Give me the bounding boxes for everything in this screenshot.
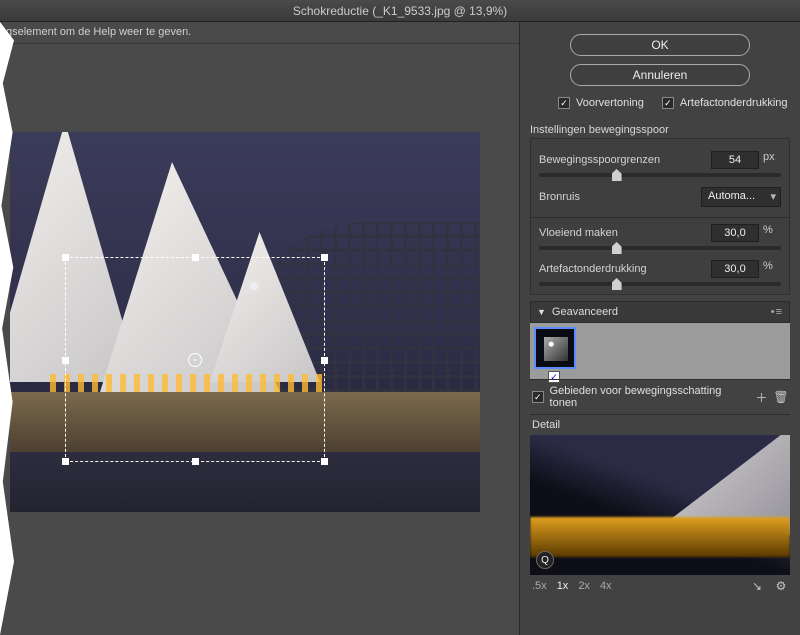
thumb-preview[interactable] <box>534 327 576 369</box>
zoom-level[interactable]: .5x <box>532 580 547 592</box>
show-regions-checkbox[interactable] <box>532 391 544 403</box>
reset-loupe-icon[interactable]: ⚙ <box>774 579 788 593</box>
blur-region-selection[interactable] <box>65 257 325 462</box>
preview-checkbox-row[interactable]: Voorvertoning <box>558 97 644 109</box>
resize-handle[interactable] <box>321 254 328 261</box>
controls-panel: OK Annuleren Voorvertoning Artefactonder… <box>520 22 800 635</box>
help-hint-text: gselement om de Help weer te geven. <box>0 22 519 44</box>
preview-stage[interactable] <box>0 52 519 635</box>
artifact-supp-slider-row: Artefactonderdrukking 30,0 % <box>539 260 781 286</box>
detail-loupe[interactable]: Q <box>530 435 790 575</box>
detail-section-title: Detail <box>530 415 790 435</box>
resize-handle[interactable] <box>192 254 199 261</box>
blur-trace-panel: Bewegingsspoorgrenzen 54 px Bronruis Aut… <box>530 138 790 295</box>
zoom-level[interactable]: 4x <box>600 580 612 592</box>
cancel-button[interactable]: Annuleren <box>570 64 750 86</box>
resize-handle[interactable] <box>192 458 199 465</box>
preview-image[interactable] <box>10 132 480 512</box>
delete-region-icon[interactable]: 🗑 <box>774 390 788 404</box>
preview-checkbox-label: Voorvertoning <box>576 97 644 109</box>
bounds-slider-row: Bewegingsspoorgrenzen 54 px <box>539 151 781 177</box>
bounds-slider[interactable] <box>539 173 781 177</box>
regions-toolbar: Gebieden voor bewegingsschatting tonen ＋… <box>530 379 790 415</box>
resize-handle[interactable] <box>321 357 328 364</box>
bounds-label: Bewegingsspoorgrenzen <box>539 154 660 166</box>
smoothing-slider[interactable] <box>539 246 781 250</box>
advanced-section-title: Geavanceerd <box>552 306 618 318</box>
blur-region-thumb[interactable]: ✓ <box>534 327 578 383</box>
resize-handle[interactable] <box>62 254 69 261</box>
artifact-supp-slider[interactable] <box>539 282 781 286</box>
panel-menu-icon[interactable]: •≡ <box>771 306 783 318</box>
artifact-checkbox-label: Artefactonderdrukking <box>680 97 788 109</box>
source-noise-dropdown[interactable]: Automa... <box>701 187 781 207</box>
preview-checkbox[interactable] <box>558 97 570 109</box>
window-titlebar: Schokreductie (_K1_9533.jpg @ 13,9%) <box>0 0 800 22</box>
artifact-supp-label: Artefactonderdrukking <box>539 263 647 275</box>
disclosure-triangle-icon: ▼ <box>537 307 546 317</box>
artifact-supp-value[interactable]: 30,0 <box>711 260 759 278</box>
smoothing-value[interactable]: 30,0 <box>711 224 759 242</box>
bounds-value[interactable]: 54 <box>711 151 759 169</box>
zoom-level[interactable]: 2x <box>578 580 590 592</box>
undock-loupe-icon[interactable]: ↘ <box>750 579 764 593</box>
detail-zoom-row: .5x 1x 2x 4x ↘ ⚙ <box>530 575 790 593</box>
source-noise-label: Bronruis <box>539 191 580 203</box>
region-center-pin[interactable] <box>188 353 202 367</box>
resize-handle[interactable] <box>62 357 69 364</box>
zoom-level[interactable]: 1x <box>557 580 569 592</box>
smoothing-unit: % <box>763 224 781 242</box>
artifact-checkbox-row[interactable]: Artefactonderdrukking <box>662 97 788 109</box>
top-checkbox-row: Voorvertoning Artefactonderdrukking <box>530 94 790 112</box>
add-region-icon[interactable]: ＋ <box>755 390 768 404</box>
preview-panel: gselement om de Help weer te geven. <box>0 22 520 635</box>
artifact-supp-unit: % <box>763 260 781 278</box>
blur-trace-section-title: Instellingen bewegingsspoor <box>530 124 790 136</box>
artifact-checkbox[interactable] <box>662 97 674 109</box>
ok-button[interactable]: OK <box>570 34 750 56</box>
resize-handle[interactable] <box>62 458 69 465</box>
advanced-section-header[interactable]: ▼ Geavanceerd •≡ <box>530 301 790 323</box>
show-regions-label: Gebieden voor bewegingsschatting tonen <box>550 385 743 409</box>
main-area: gselement om de Help weer te geven. <box>0 22 800 635</box>
blur-region-thumbnails: ✓ <box>530 323 790 379</box>
resize-handle[interactable] <box>321 458 328 465</box>
detail-quality-icon[interactable]: Q <box>536 551 554 569</box>
smoothing-slider-row: Vloeiend maken 30,0 % <box>539 224 781 250</box>
smoothing-label: Vloeiend maken <box>539 227 618 239</box>
bounds-unit: px <box>763 151 781 169</box>
window-title: Schokreductie (_K1_9533.jpg @ 13,9%) <box>293 4 507 18</box>
source-noise-row: Bronruis Automa... <box>539 187 781 207</box>
